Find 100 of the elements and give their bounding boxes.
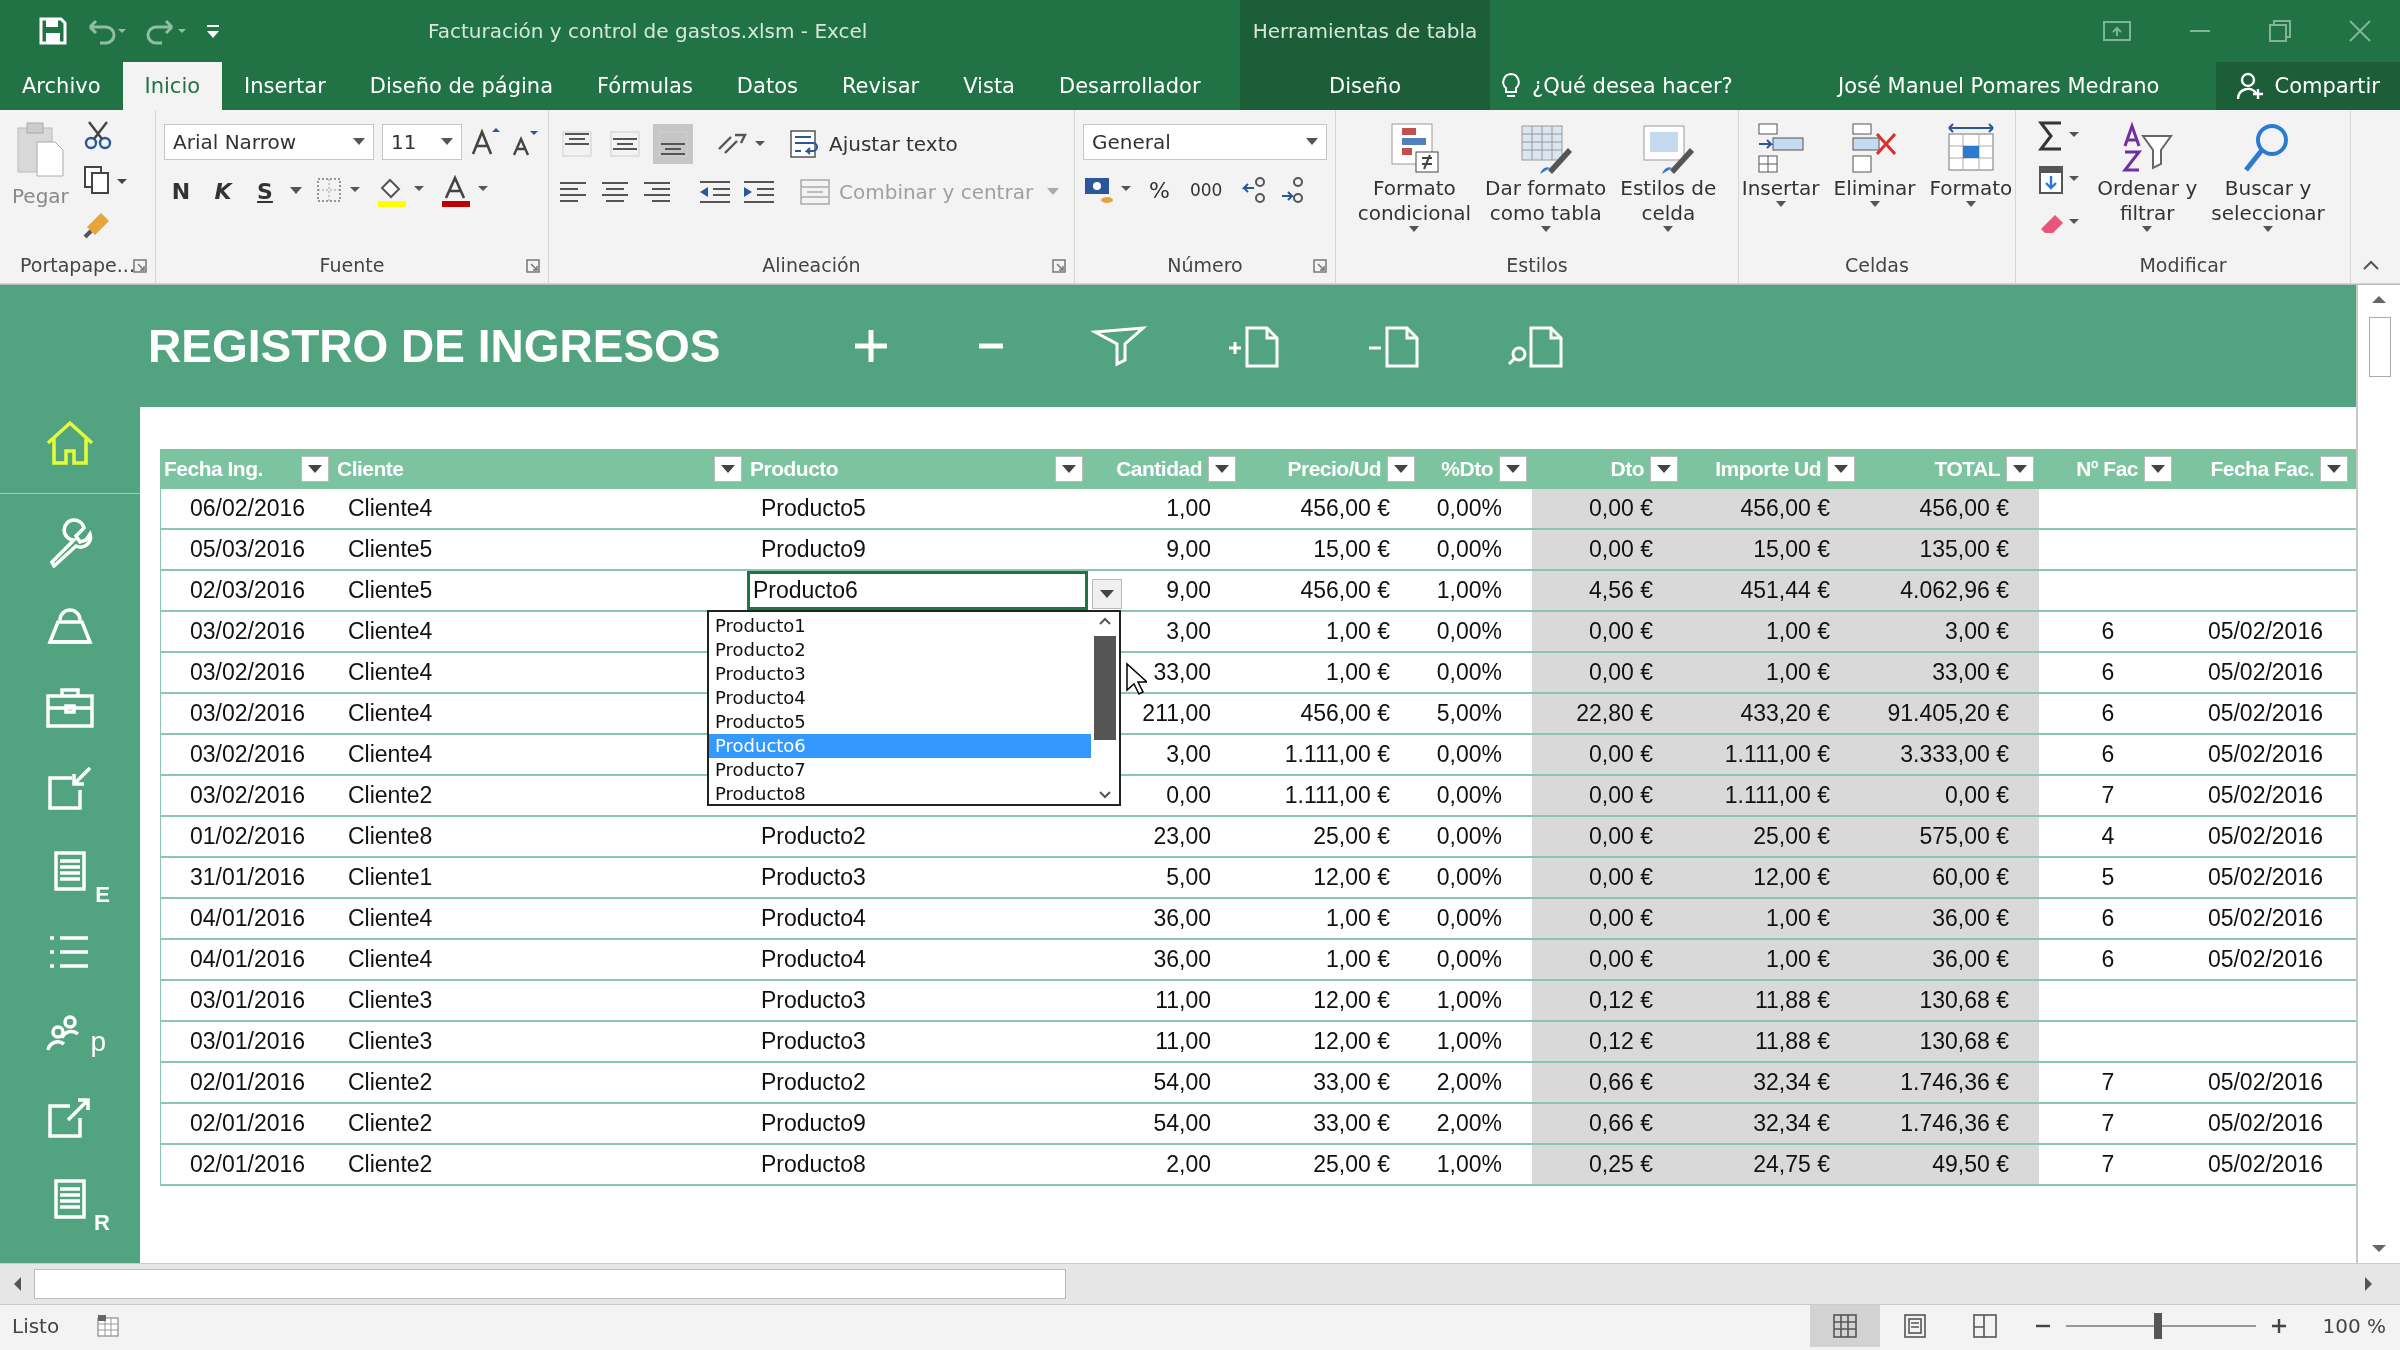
- copy-icon[interactable]: [82, 164, 127, 195]
- increase-indent-icon[interactable]: [741, 179, 777, 205]
- ribbon-tab[interactable]: Diseño: [1289, 62, 1441, 110]
- ribbon-tab[interactable]: Vista: [941, 62, 1037, 110]
- ribbon-button[interactable]: Ordenar y filtrar: [2093, 118, 2202, 247]
- status-text: Listo: [12, 1314, 60, 1338]
- dropdown-item[interactable]: Producto5: [709, 710, 1091, 734]
- filter-button[interactable]: [1387, 456, 1415, 482]
- italic-button[interactable]: K: [206, 178, 240, 204]
- mouse-pointer-icon: [1125, 662, 1147, 696]
- table-cell: 05/02/2016: [2207, 700, 2323, 727]
- filter-button[interactable]: [2320, 456, 2348, 482]
- page-break-icon: [1972, 1313, 1999, 1339]
- font-color-icon[interactable]: [440, 174, 490, 208]
- slider-thumb[interactable]: [2153, 1313, 2162, 1339]
- dropdown-button[interactable]: [1092, 579, 1122, 609]
- scrollbar-thumb[interactable]: [2369, 317, 2391, 377]
- filter-button[interactable]: [2006, 456, 2034, 482]
- align-middle-icon: [610, 131, 640, 157]
- ribbon-tab[interactable]: Diseño de página: [347, 62, 575, 110]
- ribbon-tab[interactable]: Inicio: [122, 62, 223, 110]
- dialog-launcher-icon[interactable]: [133, 259, 147, 273]
- ribbon-tab[interactable]: Fórmulas: [575, 62, 715, 110]
- sum-icon[interactable]: [2037, 120, 2082, 152]
- maximize-icon[interactable]: [2268, 19, 2292, 43]
- filter-button[interactable]: [1499, 456, 1527, 482]
- dropdown-item[interactable]: Producto4: [709, 686, 1091, 710]
- collapse-ribbon-icon[interactable]: [2362, 259, 2380, 271]
- filter-button[interactable]: [2144, 456, 2172, 482]
- decrease-indent-icon[interactable]: [697, 179, 733, 205]
- font-size-field[interactable]: 11: [382, 124, 462, 160]
- table-cell: 06/02/2016: [189, 495, 306, 522]
- ribbon-tab[interactable]: Insertar: [222, 62, 348, 110]
- filter-button[interactable]: [714, 456, 742, 482]
- filter-button[interactable]: [1827, 456, 1855, 482]
- table-cell: 0,00 €: [1589, 823, 1653, 850]
- dropdown-item[interactable]: Producto1: [709, 614, 1091, 638]
- filter-button[interactable]: [1208, 456, 1236, 482]
- dropdown-item[interactable]: Producto2: [709, 638, 1091, 662]
- filter-button[interactable]: [301, 456, 329, 482]
- table-cell: 03/02/2016: [189, 618, 306, 645]
- fill-down-icon[interactable]: [2037, 163, 2082, 196]
- font-name-field[interactable]: Arial Narrow: [164, 124, 374, 160]
- caret-icon: [1775, 201, 1786, 208]
- scrollbar-thumb[interactable]: [34, 1269, 1066, 1299]
- caret-icon[interactable]: [290, 187, 302, 195]
- underline-button[interactable]: S: [248, 178, 282, 204]
- share-button[interactable]: Compartir: [2216, 62, 2400, 110]
- table-cell: 1,00 €: [1766, 946, 1830, 973]
- ribbon-button[interactable]: Eliminar: [1829, 118, 1920, 247]
- table-cell: 1.746,36 €: [1900, 1069, 2009, 1096]
- ribbon-button[interactable]: Estilos de celda: [1616, 118, 1721, 247]
- table-cell: 451,44 €: [1740, 577, 1830, 604]
- filter-icon[interactable]: [1090, 324, 1147, 368]
- table-cell: 5,00%: [1436, 700, 1502, 727]
- macro-record-icon[interactable]: [95, 1313, 122, 1339]
- tell-me-field[interactable]: ¿Qué desea hacer?: [1500, 72, 1790, 100]
- zoom-in-icon[interactable]: [2270, 1317, 2289, 1335]
- ribbon-display-icon[interactable]: [2102, 19, 2132, 43]
- ribbon-button[interactable]: Formato: [1925, 118, 2017, 247]
- ribbon-tab[interactable]: Revisar: [819, 62, 942, 110]
- dialog-launcher-icon[interactable]: [526, 259, 540, 273]
- vertical-align-button[interactable]: [653, 124, 693, 164]
- caret-icon: [1100, 589, 1114, 599]
- view-button[interactable]: [1810, 1305, 1881, 1347]
- ribbon-tab[interactable]: Desarrollador: [1037, 62, 1223, 110]
- table-cell: Cliente4: [348, 741, 433, 768]
- save-icon[interactable]: [38, 16, 68, 46]
- borders-icon[interactable]: [316, 177, 362, 205]
- table-cell: 1,00%: [1436, 987, 1502, 1014]
- redo-icon[interactable]: [144, 17, 188, 45]
- table-cell: 2,00: [1166, 1151, 1211, 1178]
- ribbon-button[interactable]: Formato condicional: [1353, 118, 1476, 247]
- dialog-launcher-icon[interactable]: [1052, 259, 1066, 273]
- filter-button[interactable]: [1055, 456, 1083, 482]
- scroll-up-icon[interactable]: [1098, 616, 1112, 626]
- ribbon-button[interactable]: Buscar y seleccionar: [2207, 118, 2329, 247]
- table-cell: 211,00: [1142, 700, 1211, 727]
- number-format-field[interactable]: General: [1083, 124, 1327, 160]
- wrap-text-button[interactable]: Ajustar texto: [789, 129, 958, 159]
- filter-button[interactable]: [1650, 456, 1678, 482]
- thousands-button[interactable]: 000: [1183, 180, 1229, 200]
- dropdown-item[interactable]: Producto7: [709, 758, 1091, 782]
- table-cell: 36,00: [1153, 946, 1211, 973]
- scroll-down-icon[interactable]: [1098, 790, 1112, 800]
- dialog-launcher-icon[interactable]: [1313, 259, 1327, 273]
- ribbon-tab[interactable]: Datos: [714, 62, 820, 110]
- table-cell: 0,00%: [1436, 782, 1502, 809]
- ribbon-tab[interactable]: Archivo: [0, 62, 123, 110]
- ribbon-button[interactable]: Dar formato como tabla: [1481, 118, 1611, 247]
- dropdown-item[interactable]: Producto8: [709, 782, 1091, 806]
- dropdown-item[interactable]: Producto3: [709, 662, 1091, 686]
- scrollbar-thumb[interactable]: [1094, 636, 1116, 740]
- close-icon[interactable]: [2348, 19, 2372, 43]
- zoom-level[interactable]: 100 %: [2322, 1314, 2386, 1338]
- percent-button[interactable]: %: [1143, 177, 1176, 203]
- scissors-icon[interactable]: [82, 120, 113, 150]
- ribbon-button[interactable]: Insertar: [1737, 118, 1824, 247]
- column-header: Fecha Fac.: [2210, 457, 2314, 481]
- bold-button[interactable]: N: [164, 178, 198, 204]
